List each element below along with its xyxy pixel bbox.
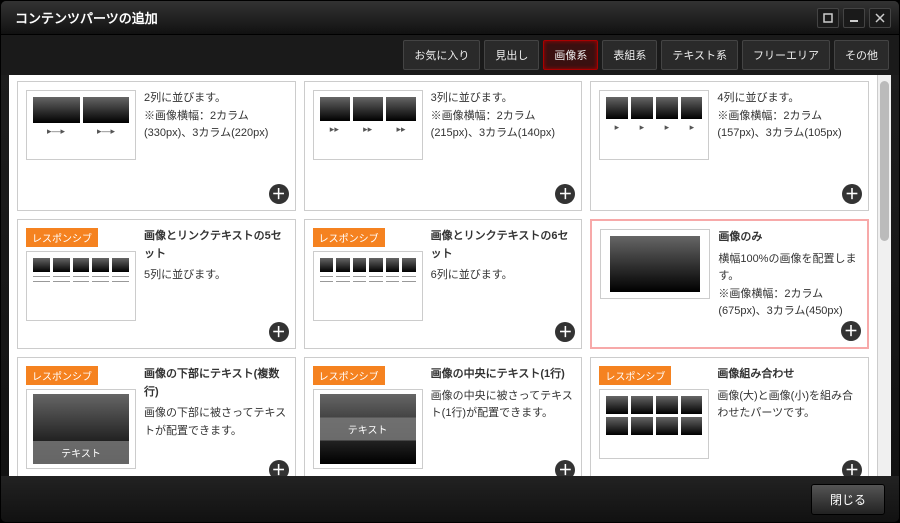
part-card[interactable]: ▸▸▸▸▸▸3列に並びます。※画像横幅：2カラム(215px)、3カラム(140… <box>304 81 583 211</box>
responsive-badge: レスポンシブ <box>313 366 385 385</box>
card-description: 2列に並びます。※画像横幅：2カラム(330px)、3カラム(220px) <box>144 90 287 202</box>
part-card[interactable]: ▸—▸▸—▸2列に並びます。※画像横幅：2カラム(330px)、3カラム(220… <box>17 81 296 211</box>
card-description: 画像の下部にテキスト(複数行)画像の下部に被さってテキストが配置できます。 <box>144 366 287 476</box>
plus-icon: ＋ <box>845 460 859 476</box>
card-scroll-area[interactable]: ▸—▸▸—▸2列に並びます。※画像横幅：2カラム(330px)、3カラム(220… <box>9 75 877 476</box>
add-button[interactable]: ＋ <box>842 184 862 204</box>
close-button[interactable]: 閉じる <box>811 484 885 515</box>
category-tabs: お気に入り見出し画像系表組系テキスト系フリーエリアその他 <box>1 35 899 75</box>
card-title: 画像とリンクテキストの6セット <box>431 228 574 263</box>
plus-icon: ＋ <box>558 184 572 204</box>
tab-5[interactable]: フリーエリア <box>742 40 830 70</box>
close-window-button[interactable] <box>869 8 891 28</box>
maximize-icon <box>823 13 833 23</box>
tab-4[interactable]: テキスト系 <box>661 40 738 70</box>
part-card[interactable]: レスポンシブテキスト画像の下部にテキスト(複数行)画像の下部に被さってテキストが… <box>17 357 296 476</box>
content-body: ▸—▸▸—▸2列に並びます。※画像横幅：2カラム(330px)、3カラム(220… <box>9 75 891 476</box>
window-title: コンテンツパーツの追加 <box>15 8 158 27</box>
plus-icon: ＋ <box>558 322 572 342</box>
tab-1[interactable]: 見出し <box>484 40 539 70</box>
part-card[interactable]: レスポンシブ 画像組み合わせ画像(大)と画像(小)を組み合わせたパーツです。＋ <box>590 357 869 476</box>
minimize-icon <box>849 13 859 23</box>
add-button[interactable]: ＋ <box>555 460 575 476</box>
thumbnail: テキスト <box>313 389 423 469</box>
maximize-button[interactable] <box>817 8 839 28</box>
thumbnail <box>313 251 423 321</box>
card-description: 画像のみ横幅100%の画像を配置します。※画像横幅：2カラム(675px)、3カ… <box>718 229 859 339</box>
part-card[interactable]: 画像のみ横幅100%の画像を配置します。※画像横幅：2カラム(675px)、3カ… <box>590 219 869 349</box>
card-title: 画像の中央にテキスト(1行) <box>431 366 574 384</box>
close-icon <box>875 13 885 23</box>
titlebar: コンテンツパーツの追加 <box>1 1 899 35</box>
card-grid: ▸—▸▸—▸2列に並びます。※画像横幅：2カラム(330px)、3カラム(220… <box>17 81 869 476</box>
add-button[interactable]: ＋ <box>269 322 289 342</box>
thumbnail: テキスト <box>26 389 136 469</box>
minimize-button[interactable] <box>843 8 865 28</box>
card-description: 画像とリンクテキストの6セット6列に並びます。 <box>431 228 574 340</box>
tab-0[interactable]: お気に入り <box>403 40 480 70</box>
responsive-badge: レスポンシブ <box>26 228 98 247</box>
thumbnail: ▸▸▸▸ <box>599 90 709 160</box>
tab-3[interactable]: 表組系 <box>602 40 657 70</box>
responsive-badge: レスポンシブ <box>313 228 385 247</box>
card-title: 画像とリンクテキストの5セット <box>144 228 287 263</box>
card-description: 画像組み合わせ画像(大)と画像(小)を組み合わせたパーツです。 <box>717 366 860 476</box>
part-card[interactable]: レスポンシブ 画像とリンクテキストの5セット5列に並びます。＋ <box>17 219 296 349</box>
plus-icon: ＋ <box>845 184 859 204</box>
thumbnail <box>26 251 136 321</box>
thumbnail <box>599 389 709 459</box>
card-title: 画像のみ <box>718 229 859 247</box>
card-title: 画像の下部にテキスト(複数行) <box>144 366 287 401</box>
plus-icon: ＋ <box>272 322 286 342</box>
part-card[interactable]: レスポンシブ 画像とリンクテキストの6セット6列に並びます。＋ <box>304 219 583 349</box>
responsive-badge: レスポンシブ <box>26 366 98 385</box>
scrollbar-thumb[interactable] <box>880 81 889 241</box>
card-description: 4列に並びます。※画像横幅：2カラム(157px)、3カラム(105px) <box>717 90 860 202</box>
add-button[interactable]: ＋ <box>269 184 289 204</box>
plus-icon: ＋ <box>272 460 286 476</box>
dialog-footer: 閉じる <box>1 476 899 522</box>
part-card[interactable]: ▸▸▸▸4列に並びます。※画像横幅：2カラム(157px)、3カラム(105px… <box>590 81 869 211</box>
plus-icon: ＋ <box>844 321 858 341</box>
thumbnail: ▸—▸▸—▸ <box>26 90 136 160</box>
thumbnail <box>600 229 710 299</box>
add-button[interactable]: ＋ <box>842 460 862 476</box>
scrollbar[interactable] <box>877 75 891 476</box>
dialog-window: コンテンツパーツの追加 お気に入り見出し画像系表組系テキスト系フリーエリアその他… <box>0 0 900 523</box>
tab-6[interactable]: その他 <box>834 40 889 70</box>
plus-icon: ＋ <box>272 184 286 204</box>
tab-2[interactable]: 画像系 <box>543 40 598 70</box>
thumbnail: ▸▸▸▸▸▸ <box>313 90 423 160</box>
card-description: 画像の中央にテキスト(1行)画像の中央に被さってテキスト(1行)が配置できます。 <box>431 366 574 476</box>
card-description: 画像とリンクテキストの5セット5列に並びます。 <box>144 228 287 340</box>
card-title: 画像組み合わせ <box>717 366 860 384</box>
add-button[interactable]: ＋ <box>269 460 289 476</box>
plus-icon: ＋ <box>558 460 572 476</box>
part-card[interactable]: レスポンシブテキスト画像の中央にテキスト(1行)画像の中央に被さってテキスト(1… <box>304 357 583 476</box>
card-description: 3列に並びます。※画像横幅：2カラム(215px)、3カラム(140px) <box>431 90 574 202</box>
add-button[interactable]: ＋ <box>841 321 861 341</box>
responsive-badge: レスポンシブ <box>599 366 671 385</box>
